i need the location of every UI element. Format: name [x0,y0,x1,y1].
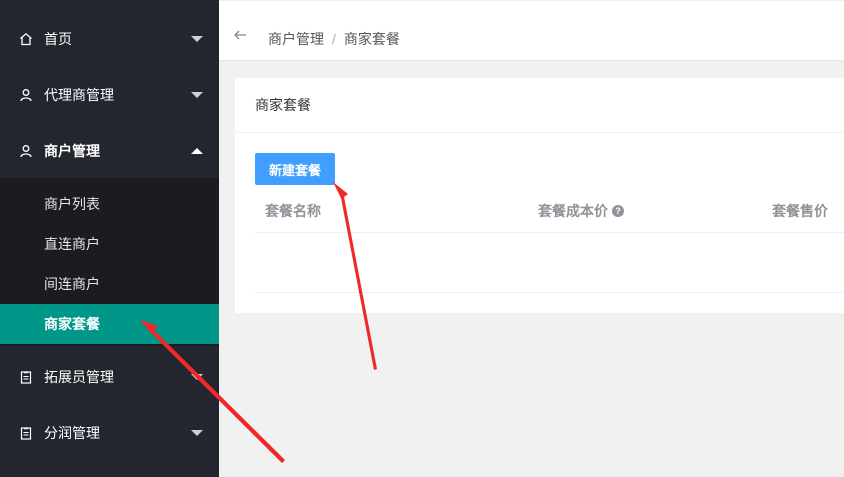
back-arrow-icon[interactable] [233,28,247,42]
sidebar-item-label: 商户管理 [44,143,100,159]
sidebar-item-agents[interactable]: 代理商管理 [0,67,219,123]
merchant-submenu: 商户列表 直连商户 间连商户 商家套餐 [0,178,219,346]
sidebar: 首页 代理商管理 商户管理 商户列表 直连商户 间连商户 商家套餐 拓展员管理 … [0,0,219,477]
breadcrumb-item-current: 商家套餐 [343,31,400,47]
submenu-item-indirect-merchants[interactable]: 间连商户 [0,264,219,304]
home-icon [18,31,34,47]
submenu-item-label: 间连商户 [44,276,100,292]
submenu-item-merchant-packages[interactable]: 商家套餐 [0,304,219,344]
chevron-down-icon [191,374,203,380]
column-header-price: 套餐售价 [772,203,828,219]
breadcrumb-item-merchants[interactable]: 商户管理 [268,29,324,49]
submenu-item-label: 商家套餐 [44,316,100,332]
table-body [255,233,844,293]
clipboard-icon [18,369,34,385]
chevron-down-icon [191,92,203,98]
top-header: 商户管理 / 商家套餐 [219,0,844,61]
clipboard-icon [18,425,34,441]
column-header-name: 套餐名称 [265,203,321,219]
sidebar-item-merchants[interactable]: 商户管理 [0,123,219,179]
help-icon[interactable]: ? [612,205,624,217]
sidebar-item-label: 首页 [44,31,72,47]
sidebar-item-promoters[interactable]: 拓展员管理 [0,349,219,405]
submenu-item-direct-merchants[interactable]: 直连商户 [0,224,219,264]
user-icon [18,87,34,103]
breadcrumb: 商户管理 / 商家套餐 [268,29,400,49]
breadcrumb-separator: / [332,31,336,47]
sidebar-item-label: 分润管理 [44,425,100,441]
sidebar-item-profit-sharing[interactable]: 分润管理 [0,405,219,461]
submenu-item-label: 直连商户 [44,236,100,252]
sidebar-item-label: 拓展员管理 [44,369,114,385]
chevron-down-icon [191,36,203,42]
card-title: 商家套餐 [235,78,844,133]
chevron-down-icon [191,430,203,436]
column-header-cost: 套餐成本价 ? [538,201,624,221]
submenu-item-merchant-list[interactable]: 商户列表 [0,184,219,224]
chevron-up-icon [191,148,203,154]
sidebar-item-home[interactable]: 首页 [0,11,219,67]
submenu-item-label: 商户列表 [44,196,100,212]
new-package-button[interactable]: 新建套餐 [255,153,335,185]
user-icon [18,143,34,159]
column-header-cost-label: 套餐成本价 [538,203,608,219]
sidebar-item-label: 代理商管理 [44,87,114,103]
table-header: 套餐名称 套餐成本价 ? 套餐售价 [255,193,844,233]
content-card: 商家套餐 新建套餐 套餐名称 套餐成本价 ? 套餐售价 [235,78,844,313]
